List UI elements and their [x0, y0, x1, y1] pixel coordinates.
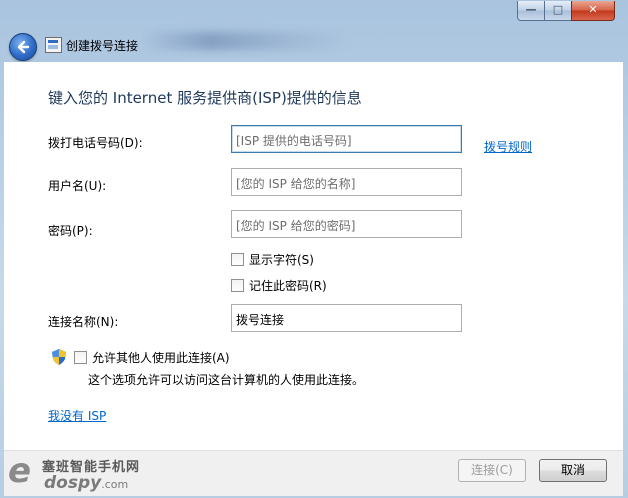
show-chars-checkbox[interactable]: [231, 253, 244, 266]
phone-label: 拨打电话号码(D):: [48, 136, 143, 150]
username-input[interactable]: [您的 ISP 给您的名称]: [231, 168, 462, 196]
allow-others-checkbox[interactable]: [74, 351, 87, 364]
site-watermark: e 塞班智能手机网 dospy.com: [8, 452, 168, 494]
no-isp-link[interactable]: 我没有 ISP: [48, 407, 106, 424]
connection-name-input[interactable]: 拨号连接: [231, 304, 462, 332]
page-title: 键入您的 Internet 服务提供商(ISP)提供的信息: [48, 89, 362, 107]
watermark-domain-tld: .com: [101, 478, 129, 491]
back-button[interactable]: [9, 33, 37, 61]
close-icon: ✕: [588, 3, 598, 16]
watermark-domain: dospy.com: [44, 473, 128, 493]
dialing-rules-link[interactable]: 拨号规则: [484, 138, 532, 155]
minimize-button[interactable]: —: [517, 1, 545, 21]
watermark-domain-name: dospy: [44, 473, 102, 493]
show-chars-row: 显示字符(S): [231, 251, 314, 268]
connection-name-label: 连接名称(N):: [48, 315, 119, 329]
watermark-logo-letter: e: [8, 451, 32, 491]
window-title: 创建拨号连接: [66, 39, 139, 53]
password-label: 密码(P):: [48, 224, 93, 238]
allow-others-row: 允许其他人使用此连接(A): [74, 349, 230, 366]
back-arrow-icon: [17, 40, 30, 54]
allow-others-label[interactable]: 允许其他人使用此连接(A): [92, 351, 230, 365]
cancel-button[interactable]: 取消: [539, 459, 607, 482]
connect-button[interactable]: 连接(C): [458, 459, 526, 482]
username-label: 用户名(U):: [48, 179, 107, 193]
phone-input[interactable]: [ISP 提供的电话号码]: [231, 125, 462, 153]
remember-password-label[interactable]: 记住此密码(R): [249, 279, 327, 293]
remember-password-row: 记住此密码(R): [231, 277, 327, 294]
minimize-icon: —: [525, 3, 537, 16]
close-button[interactable]: ✕: [571, 1, 615, 21]
uac-shield-icon: [52, 349, 66, 365]
maximize-button[interactable]: □: [544, 1, 572, 21]
remember-password-checkbox[interactable]: [231, 279, 244, 292]
allow-others-description: 这个选项允许可以访问这台计算机的人使用此连接。: [88, 373, 365, 387]
blurred-title-region: [140, 32, 350, 50]
maximize-icon: □: [552, 3, 564, 16]
dialup-connection-icon: [45, 37, 62, 53]
dialog-content: 键入您的 Internet 服务提供商(ISP)提供的信息 拨打电话号码(D):…: [4, 62, 623, 450]
show-chars-label[interactable]: 显示字符(S): [249, 253, 314, 267]
password-input[interactable]: [您的 ISP 给您的密码]: [231, 210, 462, 238]
